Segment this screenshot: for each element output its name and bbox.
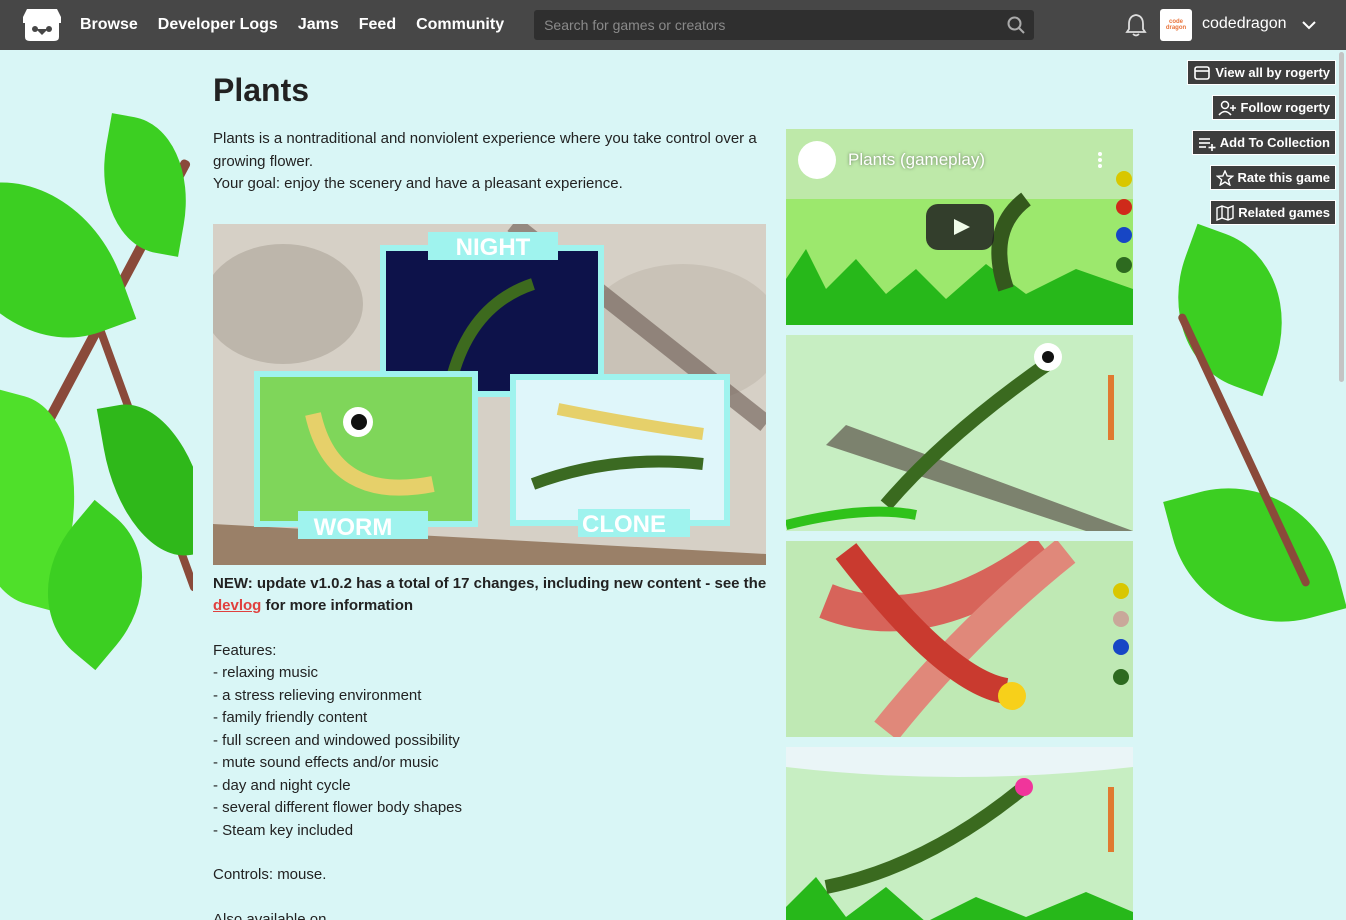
view-all-button[interactable]: View all by rogerty [1187, 60, 1336, 85]
update-text-post: for more information [265, 597, 414, 614]
hero-label-night: NIGHT [456, 234, 531, 261]
nav-developer-logs[interactable]: Developer Logs [158, 16, 278, 34]
rate-game-label: Rate this game [1237, 170, 1330, 185]
feature-item: - mute sound effects and/or music [213, 754, 439, 771]
screenshot-4[interactable] [786, 747, 1133, 920]
follow-label: Follow rogerty [1240, 100, 1330, 115]
channel-avatar[interactable] [798, 141, 836, 179]
search-icon[interactable] [1007, 16, 1025, 34]
gameplay-video[interactable]: Plants (gameplay) [786, 129, 1133, 325]
search-input[interactable] [534, 10, 1035, 40]
screenshots-column: Plants (gameplay) [786, 129, 1133, 920]
rate-game-button[interactable]: Rate this game [1209, 165, 1336, 190]
avatar[interactable]: code dragon [1160, 9, 1192, 41]
game-description: Plants is a nontraditional and nonviolen… [213, 128, 768, 920]
map-icon [1216, 204, 1234, 221]
game-actions: View all by rogerty Follow rogerty Add T… [1187, 60, 1336, 225]
devlog-link[interactable]: devlog [213, 597, 261, 614]
top-navigation-bar: Browse Developer Logs Jams Feed Communit… [0, 0, 1346, 50]
main-nav: Browse Developer Logs Jams Feed Communit… [80, 16, 504, 34]
game-page: Plants Plants is a nontraditional and no… [193, 50, 1153, 920]
feature-item: - family friendly content [213, 709, 368, 726]
nav-jams[interactable]: Jams [298, 16, 339, 34]
intro-text-1: Plants is a nontraditional and nonviolen… [213, 130, 757, 170]
add-to-collection-label: Add To Collection [1219, 135, 1330, 150]
nav-community[interactable]: Community [416, 16, 504, 34]
add-user-icon [1218, 100, 1237, 116]
store-icon [1194, 65, 1211, 80]
page-title: Plants [213, 72, 310, 108]
nav-browse[interactable]: Browse [80, 16, 138, 34]
view-all-label: View all by rogerty [1215, 65, 1330, 80]
feature-item: - full screen and windowed possibility [213, 731, 460, 749]
chevron-down-icon[interactable] [1300, 16, 1318, 34]
also-available-text: Also available on [213, 910, 327, 920]
related-games-label: Related games [1238, 205, 1330, 220]
update-text-pre: NEW: update v1.0.2 has a total of 17 cha… [213, 574, 767, 592]
intro-text-2: Your goal: enjoy the scenery and have a … [213, 175, 623, 192]
add-list-icon [1198, 137, 1216, 151]
nav-feed[interactable]: Feed [359, 16, 396, 34]
play-button[interactable] [926, 204, 994, 250]
feature-item: - relaxing music [213, 664, 319, 681]
bell-icon[interactable] [1125, 13, 1147, 37]
add-to-collection-button[interactable]: Add To Collection [1191, 130, 1336, 155]
star-icon [1215, 169, 1234, 186]
itchio-logo-icon[interactable] [22, 7, 62, 43]
features-heading: Features: [213, 641, 277, 659]
related-games-button[interactable]: Related games [1210, 200, 1336, 225]
feature-item: - day and night cycle [213, 776, 351, 794]
screenshot-2[interactable] [786, 335, 1133, 531]
controls-text: Controls: mouse. [213, 866, 327, 883]
feature-item: - a stress relieving environment [213, 686, 422, 704]
more-options-icon[interactable] [1097, 151, 1103, 169]
feature-item: - Steam key included [213, 821, 354, 839]
hero-image: NIGHT WORM CLONE [213, 223, 766, 565]
follow-button[interactable]: Follow rogerty [1212, 95, 1336, 120]
feature-item: - several different flower body shapes [213, 799, 463, 816]
username[interactable]: codedragon [1202, 15, 1287, 33]
screenshot-3[interactable] [786, 541, 1133, 737]
hero-label-worm: WORM [314, 514, 393, 541]
search-box [534, 10, 1035, 40]
hero-label-clone: CLONE [582, 511, 666, 538]
update-notice: NEW: update v1.0.2 has a total of 17 cha… [213, 573, 768, 618]
scrollbar[interactable] [1339, 52, 1344, 382]
video-title[interactable]: Plants (gameplay) [848, 150, 985, 170]
